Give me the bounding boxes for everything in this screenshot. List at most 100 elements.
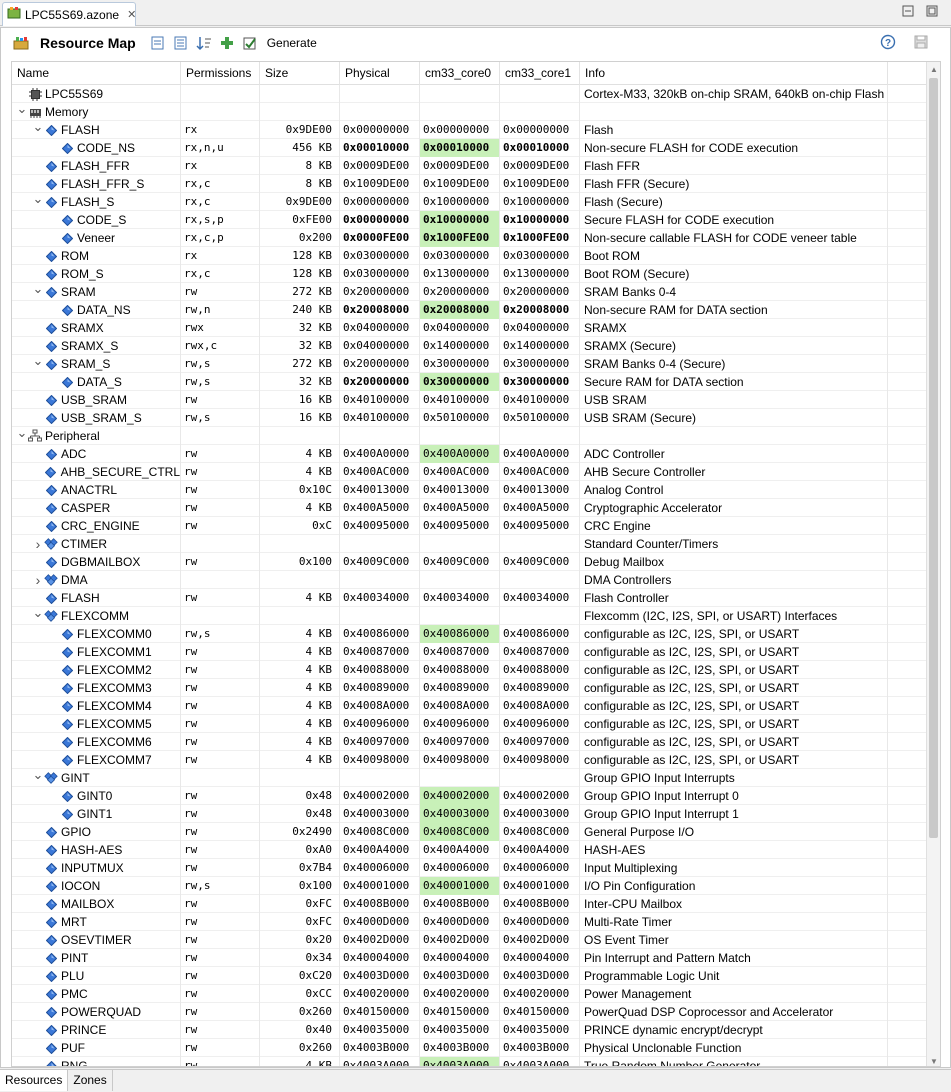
table-row[interactable]: ADC rw 4 KB 0x400A0000 0x400A0000 0x400A0000 A… — [12, 445, 928, 463]
cell-cm33-core1: 0x400A4000 — [500, 841, 580, 859]
cell-permissions: rw — [181, 661, 260, 679]
export-icon[interactable] — [150, 35, 166, 51]
table-row[interactable]: CRC_ENGINE rw 0xC 0x40095000 0x40095000 0x400… — [12, 517, 928, 535]
column-header-info[interactable]: Info — [580, 62, 888, 85]
table-row[interactable]: Veneer rx,c,p 0x200 0x0000FE00 0x1000FE00 0x1… — [12, 229, 928, 247]
collapse-chevron-icon[interactable]: ⌄ — [32, 355, 44, 370]
column-header-size[interactable]: Size — [260, 62, 340, 85]
table-row[interactable]: ⌄ FLASH_S rx,c 0x9DE00 0x00000000 0x10000000 0… — [12, 193, 928, 211]
generate-button[interactable]: Generate — [267, 36, 317, 50]
table-row[interactable]: FLEXCOMM5 rw 4 KB 0x40096000 0x40096000 0x400… — [12, 715, 928, 733]
sort-icon[interactable] — [196, 35, 212, 51]
collapse-chevron-icon[interactable]: ⌄ — [32, 283, 44, 298]
table-row[interactable]: GPIO rw 0x2490 0x4008C000 0x4008C000 0x4008C0… — [12, 823, 928, 841]
table-row[interactable]: ⌄ Peripheral — [12, 427, 928, 445]
table-row[interactable]: FLASH_FFR_S rx,c 8 KB 0x1009DE00 0x1009DE00 0… — [12, 175, 928, 193]
tab-zones[interactable]: Zones — [68, 1070, 113, 1091]
expand-chevron-icon[interactable]: › — [32, 535, 44, 553]
cell-physical: 0x04000000 — [340, 337, 420, 355]
table-row[interactable]: FLEXCOMM4 rw 4 KB 0x4008A000 0x4008A000 0x400… — [12, 697, 928, 715]
table-row[interactable]: GINT1 rw 0x48 0x40003000 0x40003000 0x4000300… — [12, 805, 928, 823]
table-row[interactable]: USB_SRAM rw 16 KB 0x40100000 0x40100000 0x401… — [12, 391, 928, 409]
cell-info: configurable as I2C, I2S, SPI, or USART — [580, 733, 888, 751]
column-header-cm33-core1[interactable]: cm33_core1 — [500, 62, 580, 85]
table-row[interactable]: FLEXCOMM0 rw,s 4 KB 0x40086000 0x40086000 0x4… — [12, 625, 928, 643]
table-row[interactable]: POWERQUAD rw 0x260 0x40150000 0x40150000 0x40… — [12, 1003, 928, 1021]
expand-chevron-icon[interactable]: › — [32, 571, 44, 589]
table-row[interactable]: ANACTRL rw 0x10C 0x40013000 0x40013000 0x4001… — [12, 481, 928, 499]
scroll-up-icon[interactable]: ▲ — [927, 62, 940, 76]
import-icon[interactable] — [173, 35, 189, 51]
table-row[interactable]: DATA_S rw,s 32 KB 0x20000000 0x30000000 0x300… — [12, 373, 928, 391]
table-row[interactable]: FLEXCOMM2 rw 4 KB 0x40088000 0x40088000 0x400… — [12, 661, 928, 679]
table-row[interactable]: › CTIMER Standard Counter/Timers — [12, 535, 928, 553]
column-header-name[interactable]: Name — [12, 62, 181, 85]
table-row[interactable]: FLASH rw 4 KB 0x40034000 0x40034000 0x4003400… — [12, 589, 928, 607]
table-row[interactable]: PUF rw 0x260 0x4003B000 0x4003B000 0x4003B000… — [12, 1039, 928, 1057]
collapse-chevron-icon[interactable]: ⌄ — [32, 121, 44, 136]
column-header-cm33-core0[interactable]: cm33_core0 — [420, 62, 500, 85]
table-row[interactable]: ⌄ FLEXCOMM Flexcomm (I2C, I2S, SPI, or USA… — [12, 607, 928, 625]
table-row[interactable]: PRINCE rw 0x40 0x40035000 0x40035000 0x400350… — [12, 1021, 928, 1039]
table-row[interactable]: DGBMAILBOX rw 0x100 0x4009C000 0x4009C000 0x4… — [12, 553, 928, 571]
table-row[interactable]: DATA_NS rw,n 240 KB 0x20008000 0x20008000 0x2… — [12, 301, 928, 319]
table-row[interactable]: ⌄ SRAM rw 272 KB 0x20000000 0x20000000 0x20000… — [12, 283, 928, 301]
column-header-physical[interactable]: Physical — [340, 62, 420, 85]
scrollbar-thumb[interactable] — [929, 78, 938, 838]
diamond-icon — [44, 339, 58, 353]
table-row[interactable]: MRT rw 0xFC 0x4000D000 0x4000D000 0x4000D000 M… — [12, 913, 928, 931]
table-row[interactable]: CODE_S rx,s,p 0xFE00 0x00000000 0x10000000 0x… — [12, 211, 928, 229]
table-row[interactable]: › DMA DMA Controllers — [12, 571, 928, 589]
editor-tab-lpc55s69[interactable]: LPC55S69.azone ✕ — [2, 2, 136, 26]
table-row[interactable]: SRAMX rwx 32 KB 0x04000000 0x04000000 0x04000… — [12, 319, 928, 337]
vertical-scrollbar[interactable]: ▲ ▼ — [926, 62, 940, 1066]
table-row[interactable]: RNG rw 4 KB 0x4003A000 0x4003A000 0x4003A000 T… — [12, 1057, 928, 1066]
table-row[interactable]: MAILBOX rw 0xFC 0x4008B000 0x4008B000 0x4008B… — [12, 895, 928, 913]
help-icon[interactable]: ? — [880, 34, 896, 50]
table-row[interactable]: ⌄ Memory — [12, 103, 928, 121]
collapse-chevron-icon[interactable]: ⌄ — [32, 193, 44, 208]
cell-cm33-core1: 0x40096000 — [500, 715, 580, 733]
table-row[interactable]: PINT rw 0x34 0x40004000 0x40004000 0x40004000… — [12, 949, 928, 967]
table-row[interactable]: ROM_S rx,c 128 KB 0x03000000 0x13000000 0x130… — [12, 265, 928, 283]
generate-icon[interactable] — [242, 35, 258, 51]
tab-resources[interactable]: Resources — [0, 1070, 69, 1091]
table-row[interactable]: ⌄ SRAM_S rw,s 272 KB 0x20000000 0x30000000 0x3… — [12, 355, 928, 373]
maximize-icon[interactable] — [925, 4, 939, 18]
add-icon[interactable] — [219, 35, 235, 51]
table-row[interactable]: HASH-AES rw 0xA0 0x400A4000 0x400A4000 0x400A… — [12, 841, 928, 859]
cell-cm33-core0: 0x13000000 — [420, 265, 500, 283]
cell-name: PRINCE — [12, 1021, 181, 1039]
table-row[interactable]: FLEXCOMM6 rw 4 KB 0x40097000 0x40097000 0x400… — [12, 733, 928, 751]
collapse-chevron-icon[interactable]: ⌄ — [16, 103, 28, 118]
table-row[interactable]: IOCON rw,s 0x100 0x40001000 0x40001000 0x4000… — [12, 877, 928, 895]
minimize-icon[interactable] — [901, 4, 915, 18]
table-row[interactable]: FLEXCOMM1 rw 4 KB 0x40087000 0x40087000 0x400… — [12, 643, 928, 661]
table-row[interactable]: OSEVTIMER rw 0x20 0x4002D000 0x4002D000 0x400… — [12, 931, 928, 949]
table-row[interactable]: FLEXCOMM7 rw 4 KB 0x40098000 0x40098000 0x400… — [12, 751, 928, 769]
column-header-permissions[interactable]: Permissions — [181, 62, 260, 85]
table-row[interactable]: ⌄ FLASH rx 0x9DE00 0x00000000 0x00000000 0x000… — [12, 121, 928, 139]
table-row[interactable]: CODE_NS rx,n,u 456 KB 0x00010000 0x00010000 0… — [12, 139, 928, 157]
table-row[interactable]: ⌄ GINT Group GPIO Input Interrupts — [12, 769, 928, 787]
cell-physical: 0x0009DE00 — [340, 157, 420, 175]
table-row[interactable]: PLU rw 0xC20 0x4003D000 0x4003D000 0x4003D000… — [12, 967, 928, 985]
table-row[interactable]: LPC55S69 Cortex-M33, 320kB on-chip SRAM, … — [12, 85, 928, 103]
table-row[interactable]: USB_SRAM_S rw,s 16 KB 0x40100000 0x50100000 0… — [12, 409, 928, 427]
collapse-chevron-icon[interactable]: ⌄ — [32, 607, 44, 622]
table-row[interactable]: FLEXCOMM3 rw 4 KB 0x40089000 0x40089000 0x400… — [12, 679, 928, 697]
collapse-chevron-icon[interactable]: ⌄ — [32, 769, 44, 784]
table-row[interactable]: PMC rw 0xCC 0x40020000 0x40020000 0x40020000 P… — [12, 985, 928, 1003]
table-row[interactable]: GINT0 rw 0x48 0x40002000 0x40002000 0x4000200… — [12, 787, 928, 805]
table-row[interactable]: FLASH_FFR rx 8 KB 0x0009DE00 0x0009DE00 0x000… — [12, 157, 928, 175]
table-row[interactable]: ROM rx 128 KB 0x03000000 0x03000000 0x0300000… — [12, 247, 928, 265]
save-icon[interactable] — [913, 34, 929, 50]
table-row[interactable]: AHB_SECURE_CTRL rw 4 KB 0x400AC000 0x400AC00… — [12, 463, 928, 481]
table-row[interactable]: SRAMX_S rwx,c 32 KB 0x04000000 0x14000000 0x1… — [12, 337, 928, 355]
table-row[interactable]: INPUTMUX rw 0x7B4 0x40006000 0x40006000 0x400… — [12, 859, 928, 877]
scroll-down-icon[interactable]: ▼ — [927, 1054, 940, 1066]
table-row[interactable]: CASPER rw 4 KB 0x400A5000 0x400A5000 0x400A50… — [12, 499, 928, 517]
collapse-chevron-icon[interactable]: ⌄ — [16, 427, 28, 442]
close-tab-icon[interactable]: ✕ — [127, 8, 136, 21]
cell-info: OS Event Timer — [580, 931, 888, 949]
